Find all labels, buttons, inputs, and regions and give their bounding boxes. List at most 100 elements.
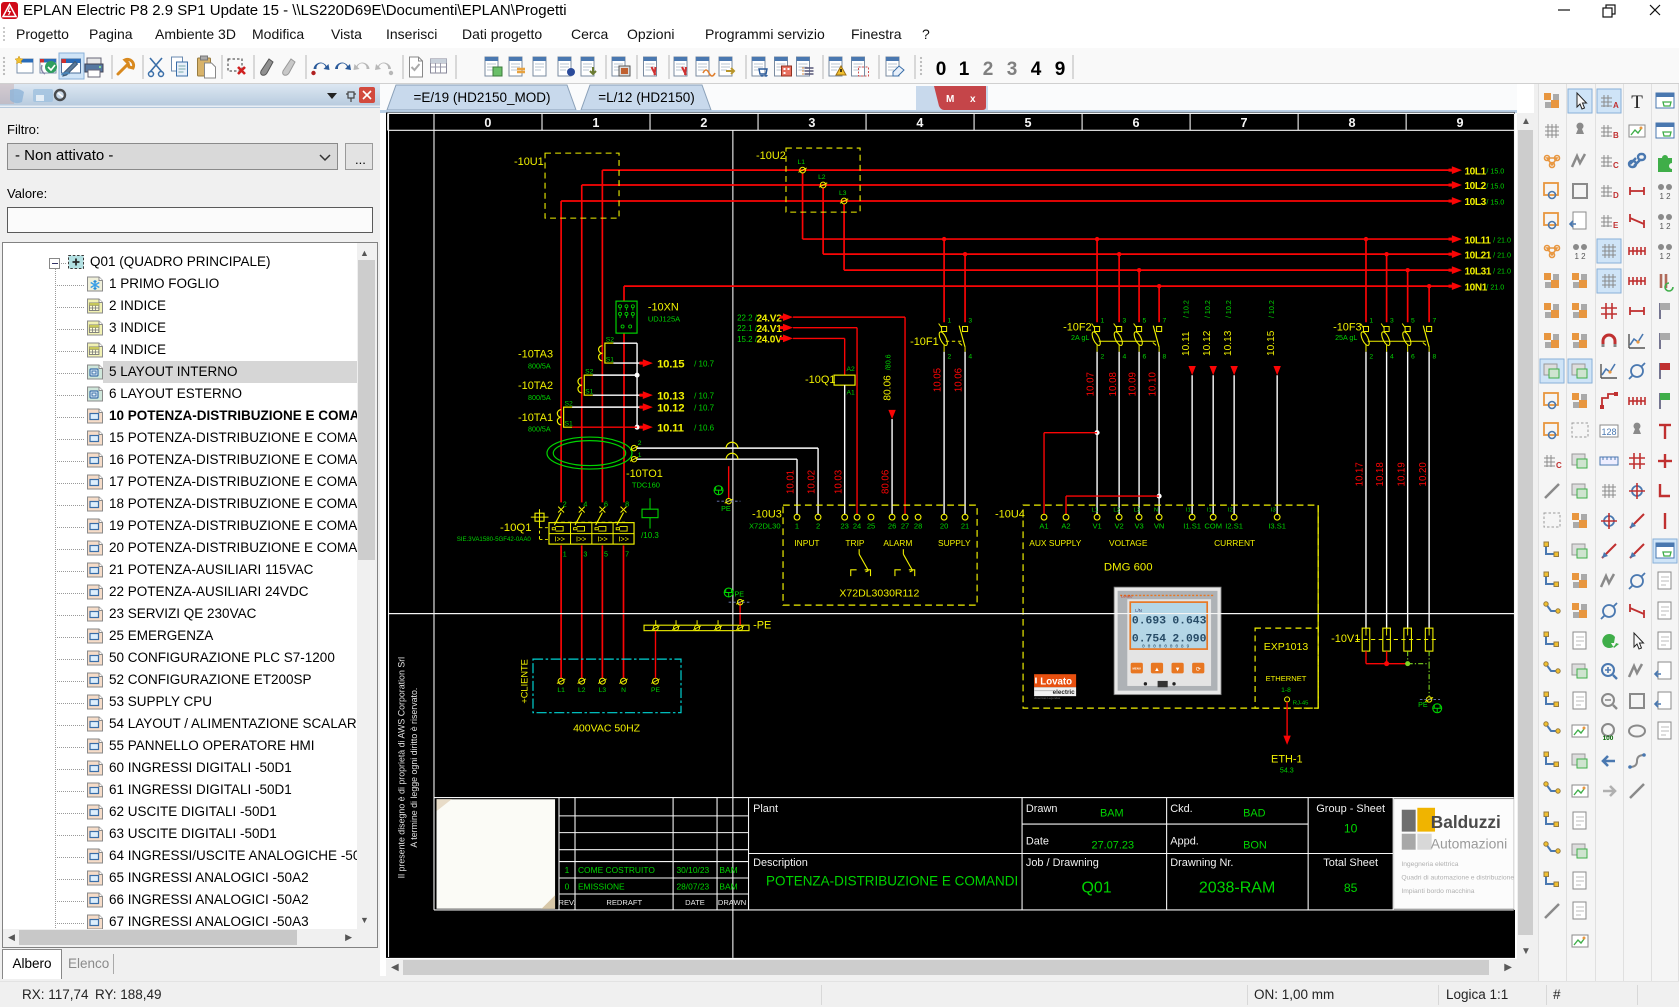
svg-text:S2: S2 <box>585 368 593 375</box>
svg-text:1: 1 <box>1100 318 1104 325</box>
svg-text:+CLIENTE: +CLIENTE <box>519 659 529 703</box>
svg-text:10N1: 10N1 <box>1464 282 1487 293</box>
svg-text:Description: Description <box>753 857 808 869</box>
svg-text:/ 21.0: / 21.0 <box>1486 284 1504 292</box>
svg-text:/ 21.0: / 21.0 <box>1493 252 1511 260</box>
svg-text:10.12: 10.12 <box>1202 330 1213 356</box>
svg-text:RJ-45: RJ-45 <box>1293 700 1309 706</box>
svg-text:UDJ125A: UDJ125A <box>648 314 681 323</box>
svg-text:PE: PE <box>735 591 745 599</box>
svg-text:0: 0 <box>565 881 570 891</box>
svg-text:N: N <box>1154 508 1158 514</box>
svg-text:1: 1 <box>1369 318 1373 325</box>
svg-text:10.03: 10.03 <box>833 470 844 494</box>
svg-text:Automazioni: Automazioni <box>1431 835 1507 851</box>
svg-text:POTENZA-DISTRIBUZIONE E COMAND: POTENZA-DISTRIBUZIONE E COMANDI <box>766 873 1018 888</box>
svg-text:BAM: BAM <box>719 865 737 875</box>
svg-text:7: 7 <box>625 550 629 558</box>
svg-text:-10U4: -10U4 <box>995 509 1025 521</box>
svg-text:L3: L3 <box>839 190 847 197</box>
svg-text:2.090: 2.090 <box>1172 633 1206 645</box>
svg-text:▲: ▲ <box>1154 667 1160 673</box>
svg-text:/80.6: /80.6 <box>884 354 892 370</box>
svg-text:AUX SUPPLY: AUX SUPPLY <box>1029 538 1082 548</box>
svg-text:/ 21.0: / 21.0 <box>1493 236 1511 244</box>
svg-text:Plant: Plant <box>753 803 778 815</box>
svg-text:x: x <box>970 94 976 105</box>
svg-text:Group - Sheet: Group - Sheet <box>1316 803 1385 815</box>
svg-text:4: 4 <box>1123 353 1127 360</box>
svg-text:-10TA2: -10TA2 <box>518 380 553 392</box>
svg-text:7: 7 <box>1162 318 1166 325</box>
svg-text:8: 8 <box>1348 116 1355 130</box>
svg-text:4: 4 <box>916 116 923 130</box>
svg-text:L1: L1 <box>798 159 806 166</box>
svg-text:10.19: 10.19 <box>1396 462 1407 486</box>
svg-text:10.15: 10.15 <box>657 358 684 370</box>
svg-text:L3: L3 <box>599 687 607 694</box>
svg-text:2: 2 <box>983 59 994 80</box>
svg-text:10: 10 <box>1344 821 1358 835</box>
svg-text:2: 2 <box>1100 353 1104 360</box>
svg-text:A termine di legge ogni diritt: A termine di legge ogni diritto è riserv… <box>409 688 419 848</box>
svg-text:I3.S1: I3.S1 <box>1268 522 1286 531</box>
svg-text:X72DL3030R112: X72DL3030R112 <box>839 588 919 600</box>
svg-text:80.06: 80.06 <box>882 375 893 401</box>
svg-text:INPUT: INPUT <box>794 538 819 548</box>
svg-text:/ 10.2: / 10.2 <box>1183 300 1191 318</box>
svg-text:10.12: 10.12 <box>657 402 684 414</box>
svg-text:7: 7 <box>1432 318 1436 325</box>
svg-text:15.2 /: 15.2 / <box>737 335 758 344</box>
svg-text:10.08: 10.08 <box>1108 372 1119 396</box>
svg-text:/ 10.6: / 10.6 <box>694 424 715 433</box>
svg-text:10.07: 10.07 <box>1086 372 1097 396</box>
svg-text:-10F1: -10F1 <box>910 336 939 348</box>
svg-text:I>>: I>> <box>576 536 586 544</box>
svg-text:PE: PE <box>721 505 731 513</box>
svg-text:28/07/23: 28/07/23 <box>676 881 709 891</box>
svg-text:C: C <box>1613 161 1619 170</box>
svg-text:2: 2 <box>700 116 707 130</box>
svg-text:23: 23 <box>840 522 848 531</box>
svg-text:100: 100 <box>1603 735 1614 742</box>
svg-text:▼: ▼ <box>1175 667 1181 673</box>
svg-text:0 0 0 0 0 0 0 8 9: 0 0 0 0 0 0 0 8 9 <box>1142 644 1189 650</box>
svg-text:9: 9 <box>1055 59 1066 80</box>
svg-text:24.V2: 24.V2 <box>756 313 782 324</box>
svg-text:L/N: L/N <box>1135 608 1142 613</box>
svg-text:3: 3 <box>1123 318 1127 325</box>
svg-text:2: 2 <box>1369 353 1373 360</box>
svg-text:6: 6 <box>1142 353 1146 360</box>
svg-text:Quadri di automazione e distri: Quadri di automazione e distribuzione <box>1401 875 1514 882</box>
svg-text:-10U3: -10U3 <box>752 509 782 521</box>
svg-text:-10TO1: -10TO1 <box>626 468 663 480</box>
svg-text:1: 1 <box>947 318 951 325</box>
svg-text:E: E <box>1613 221 1619 230</box>
svg-text:-PE: -PE <box>753 620 771 632</box>
svg-text:V1: V1 <box>1092 522 1101 531</box>
svg-text:10L11: 10L11 <box>1464 235 1491 246</box>
svg-text:8: 8 <box>1162 353 1166 360</box>
svg-text:electric: electric <box>1053 689 1076 696</box>
svg-text:-10U1: -10U1 <box>514 156 544 168</box>
svg-text:EMISSIONE: EMISSIONE <box>578 881 625 891</box>
svg-text:10L1: 10L1 <box>1464 166 1486 177</box>
svg-text:1 2: 1 2 <box>1659 192 1671 201</box>
svg-text:VOLTAGE: VOLTAGE <box>1109 538 1148 548</box>
svg-text:Drawn: Drawn <box>1026 803 1058 815</box>
svg-text:2: 2 <box>947 353 951 360</box>
svg-text:B: B <box>1613 131 1619 140</box>
svg-text:6: 6 <box>1411 353 1415 360</box>
svg-text:28: 28 <box>914 522 922 531</box>
svg-text:85: 85 <box>1344 881 1358 895</box>
svg-text:I1.S1: I1.S1 <box>1183 522 1201 531</box>
svg-text:0.693: 0.693 <box>1132 616 1166 628</box>
svg-text:/ 10.7: / 10.7 <box>694 392 715 401</box>
svg-text:TDC160: TDC160 <box>632 480 660 489</box>
svg-text:Lovato: Lovato <box>1040 677 1072 688</box>
svg-text:10.09: 10.09 <box>1128 372 1139 396</box>
svg-text:Ingegneria elettrica: Ingegneria elettrica <box>1401 861 1458 868</box>
svg-text:2: 2 <box>638 440 642 447</box>
svg-text:-10F3: -10F3 <box>1333 322 1362 334</box>
svg-text:-10XN: -10XN <box>648 301 679 313</box>
